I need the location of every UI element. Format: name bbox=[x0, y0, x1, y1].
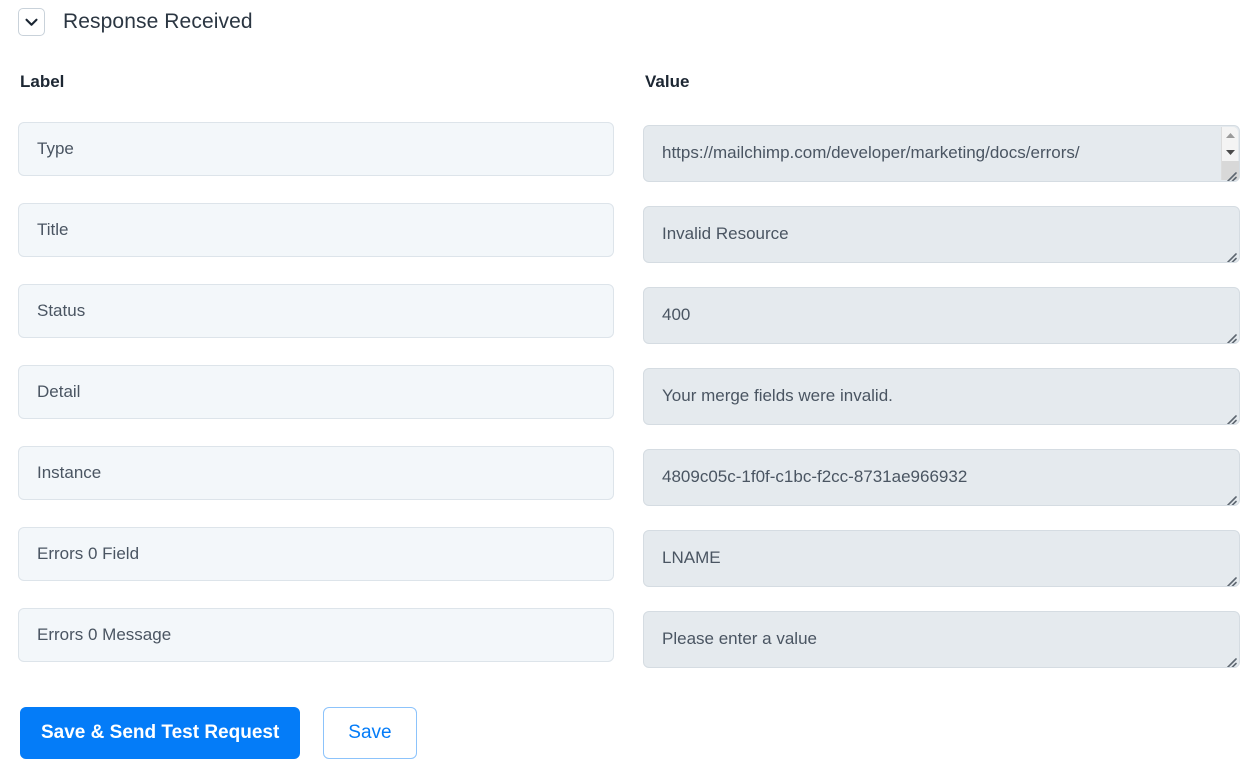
section-header: Response Received bbox=[18, 8, 253, 36]
response-received-panel: Response Received Label Value Type https:… bbox=[0, 0, 1256, 776]
value-textarea-value: Your merge fields were invalid. bbox=[662, 386, 893, 405]
label-input[interactable]: Title bbox=[18, 203, 614, 257]
label-input[interactable]: Detail bbox=[18, 365, 614, 419]
resize-grip-icon[interactable] bbox=[1222, 326, 1237, 343]
resize-grip-icon[interactable] bbox=[1222, 569, 1237, 586]
label-input-value: Instance bbox=[37, 463, 102, 482]
save-and-send-test-request-button[interactable]: Save & Send Test Request bbox=[20, 707, 301, 759]
value-textarea-value: LNAME bbox=[662, 548, 721, 567]
resize-grip-icon[interactable] bbox=[1222, 650, 1237, 667]
resize-grip-icon[interactable] bbox=[1222, 164, 1237, 181]
label-input-value: Detail bbox=[37, 382, 81, 401]
column-header-label: Label bbox=[20, 72, 65, 91]
scroll-down-arrow-icon[interactable] bbox=[1222, 144, 1239, 161]
save-button[interactable]: Save bbox=[323, 707, 417, 759]
value-textarea-value: https://mailchimp.com/developer/marketin… bbox=[662, 143, 1080, 162]
table-row: Errors 0 Message Please enter a value bbox=[0, 608, 1256, 689]
table-row: Status 400 bbox=[0, 284, 1256, 365]
label-input[interactable]: Errors 0 Message bbox=[18, 608, 614, 662]
value-textarea[interactable]: https://mailchimp.com/developer/marketin… bbox=[643, 125, 1240, 182]
label-input-value: Type bbox=[37, 139, 74, 158]
table-row: Instance 4809c05c-1f0f-c1bc-f2cc-8731ae96… bbox=[0, 446, 1256, 527]
table-row: Title Invalid Resource bbox=[0, 203, 1256, 284]
label-input-value: Status bbox=[37, 301, 86, 320]
value-textarea[interactable]: Please enter a value bbox=[643, 611, 1240, 668]
table-row: Type https://mailchimp.com/developer/mark… bbox=[0, 122, 1256, 203]
label-input[interactable]: Instance bbox=[18, 446, 614, 500]
label-input-value: Errors 0 Field bbox=[37, 544, 140, 563]
resize-grip-icon[interactable] bbox=[1222, 245, 1237, 262]
label-input[interactable]: Status bbox=[18, 284, 614, 338]
resize-grip-icon[interactable] bbox=[1222, 488, 1237, 505]
field-rows: Type https://mailchimp.com/developer/mark… bbox=[0, 122, 1256, 689]
value-textarea[interactable]: Invalid Resource bbox=[643, 206, 1240, 263]
resize-grip-icon[interactable] bbox=[1222, 407, 1237, 424]
action-buttons: Save & Send Test Request Save bbox=[20, 707, 417, 759]
value-textarea-value: 400 bbox=[662, 305, 691, 324]
value-textarea[interactable]: LNAME bbox=[643, 530, 1240, 587]
column-header-value: Value bbox=[645, 72, 690, 91]
label-input-value: Errors 0 Message bbox=[37, 625, 172, 644]
value-textarea-value: Invalid Resource bbox=[662, 224, 789, 243]
chevron-down-icon bbox=[25, 18, 38, 27]
label-input[interactable]: Errors 0 Field bbox=[18, 527, 614, 581]
label-input-value: Title bbox=[37, 220, 69, 239]
label-input[interactable]: Type bbox=[18, 122, 614, 176]
value-textarea-value: 4809c05c-1f0f-c1bc-f2cc-8731ae966932 bbox=[662, 467, 968, 486]
scroll-up-arrow-icon[interactable] bbox=[1222, 127, 1239, 144]
value-textarea-value: Please enter a value bbox=[662, 629, 817, 648]
value-textarea[interactable]: 4809c05c-1f0f-c1bc-f2cc-8731ae966932 bbox=[643, 449, 1240, 506]
value-textarea[interactable]: 400 bbox=[643, 287, 1240, 344]
value-textarea[interactable]: Your merge fields were invalid. bbox=[643, 368, 1240, 425]
table-row: Errors 0 Field LNAME bbox=[0, 527, 1256, 608]
table-row: Detail Your merge fields were invalid. bbox=[0, 365, 1256, 446]
page-title: Response Received bbox=[63, 10, 253, 33]
collapse-toggle-button[interactable] bbox=[18, 8, 45, 36]
